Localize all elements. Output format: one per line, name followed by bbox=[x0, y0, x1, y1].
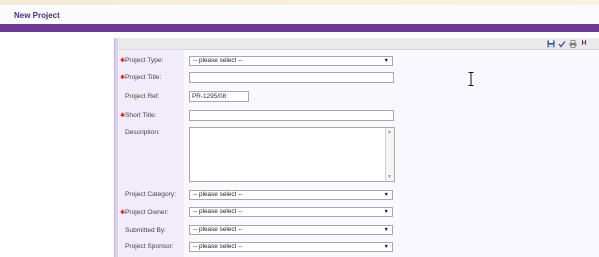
project-ref-input[interactable]: PR-1295/08 bbox=[189, 91, 249, 102]
project-ref-label: Project Ref: bbox=[125, 93, 160, 100]
project-sponsor-select[interactable]: -- please select -- ▼ bbox=[189, 242, 393, 252]
short-title-input[interactable] bbox=[189, 110, 394, 121]
scroll-down-icon[interactable]: ▼ bbox=[387, 174, 392, 180]
chevron-down-icon: ▼ bbox=[383, 209, 389, 215]
project-title-label: Project Title: bbox=[125, 74, 162, 81]
help-icon[interactable]: H bbox=[580, 40, 588, 48]
project-owner-value: -- please select -- bbox=[193, 208, 243, 215]
chevron-down-icon: ▼ bbox=[383, 244, 389, 250]
left-panel bbox=[0, 38, 114, 257]
description-scrollbar[interactable]: ▲ ▼ bbox=[385, 128, 394, 181]
project-type-value: -- please select -- bbox=[193, 57, 243, 64]
chevron-down-icon: ▼ bbox=[383, 192, 389, 198]
check-icon[interactable] bbox=[558, 40, 566, 48]
title-bar bbox=[0, 5, 599, 25]
chevron-down-icon: ▼ bbox=[383, 58, 389, 64]
submitted-by-value: -- please select -- bbox=[193, 226, 243, 233]
project-type-label: Project Type: bbox=[125, 57, 164, 64]
project-sponsor-value: -- please select -- bbox=[193, 243, 243, 250]
save-icon[interactable] bbox=[547, 40, 555, 48]
project-category-label: Project Category: bbox=[125, 191, 176, 198]
project-category-select[interactable]: -- please select -- ▼ bbox=[189, 190, 393, 200]
accent-bar bbox=[0, 24, 599, 32]
page-title: New Project bbox=[14, 11, 60, 20]
short-title-label: Short Title: bbox=[125, 112, 157, 119]
chevron-down-icon: ▼ bbox=[383, 227, 389, 233]
submitted-by-label: Submitted By: bbox=[125, 227, 167, 234]
submitted-by-select[interactable]: -- please select -- ▼ bbox=[189, 225, 393, 235]
description-textarea[interactable]: ▲ ▼ bbox=[189, 127, 395, 182]
project-sponsor-label: Project Sponsor: bbox=[125, 243, 174, 250]
description-label: Description: bbox=[125, 129, 160, 136]
project-category-value: -- please select -- bbox=[193, 191, 243, 198]
project-owner-select[interactable]: -- please select -- ▼ bbox=[189, 207, 393, 217]
form-toolbar: H bbox=[118, 38, 599, 50]
text-cursor-icon bbox=[468, 72, 474, 86]
print-icon[interactable] bbox=[569, 40, 577, 48]
label-column bbox=[118, 50, 184, 257]
project-title-input[interactable] bbox=[189, 72, 394, 83]
scroll-up-icon[interactable]: ▲ bbox=[387, 129, 392, 135]
project-owner-label: Project Owner: bbox=[125, 209, 169, 216]
project-type-select[interactable]: -- please select -- ▼ bbox=[189, 56, 393, 66]
